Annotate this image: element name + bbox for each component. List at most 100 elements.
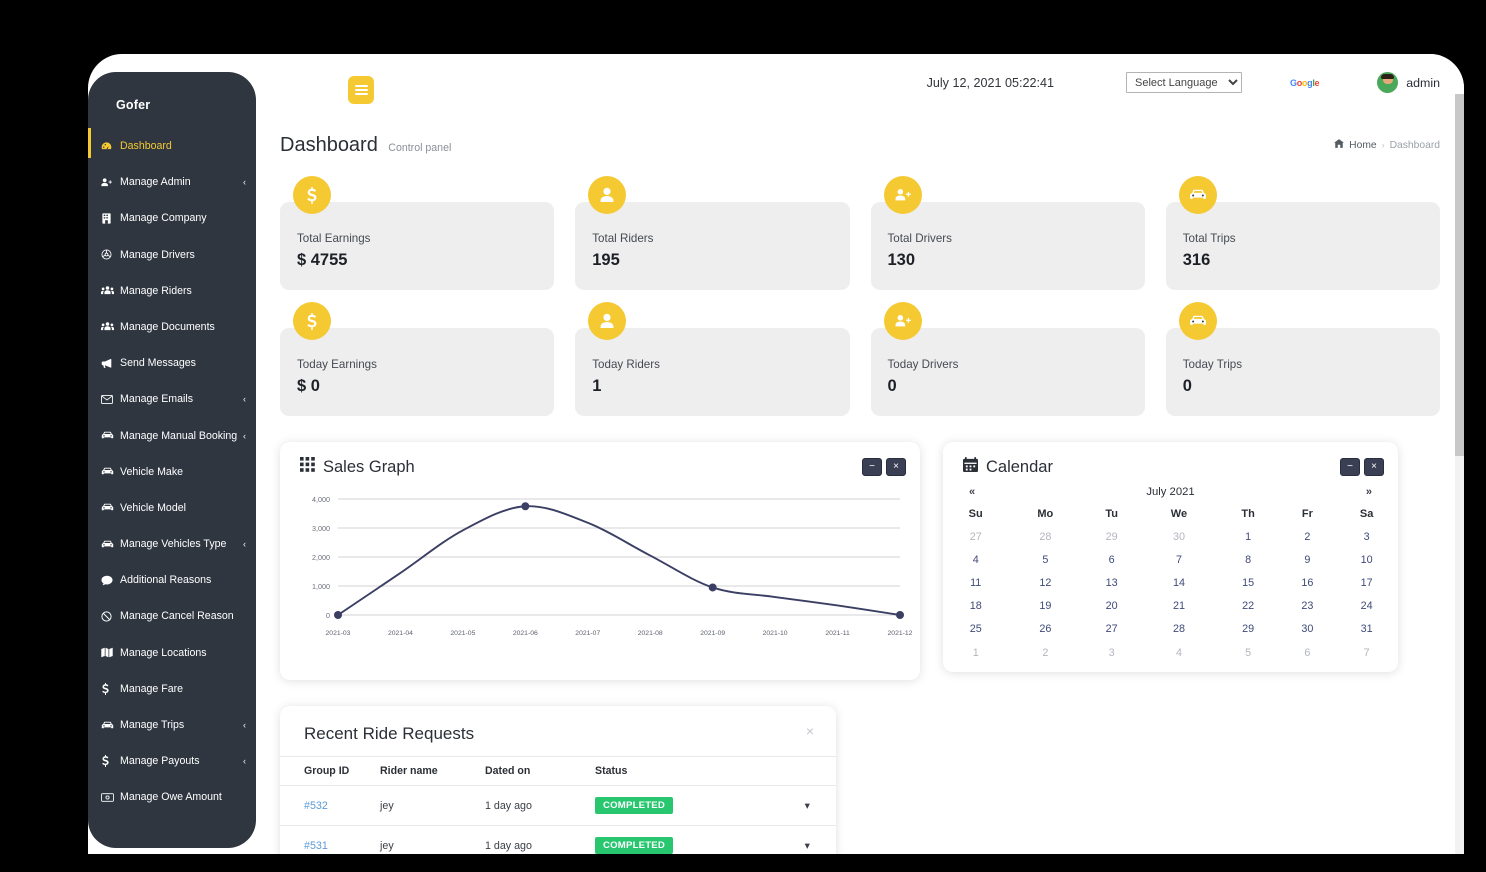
calendar-day[interactable]: 15 — [1217, 571, 1280, 594]
ride-group-id-link[interactable]: #532 — [304, 800, 328, 812]
sidebar-item-manage-emails[interactable]: Manage Emails ‹ — [88, 385, 256, 413]
sidebar-item-manage-locations[interactable]: Manage Locations — [88, 639, 256, 667]
calendar-next-button[interactable]: » — [1366, 486, 1372, 498]
calendar-day[interactable]: 17 — [1335, 571, 1398, 594]
calendar-day[interactable]: 29 — [1217, 618, 1280, 641]
chart-data-point[interactable] — [521, 502, 530, 511]
calendar-day[interactable]: 7 — [1141, 548, 1217, 571]
sidebar-item-manage-owe-amount[interactable]: Manage Owe Amount — [88, 783, 256, 811]
calendar-day[interactable]: 19 — [1008, 595, 1082, 618]
calendar-day[interactable]: 6 — [1279, 641, 1335, 664]
chart-data-point[interactable] — [896, 611, 904, 619]
calendar-day[interactable]: 18 — [943, 595, 1008, 618]
sidebar-item-manage-company[interactable]: Manage Company — [88, 204, 256, 232]
page-scrollbar[interactable] — [1455, 94, 1464, 854]
calendar-day[interactable]: 27 — [943, 525, 1008, 548]
sidebar-item-manage-manual-booking[interactable]: Manage Manual Booking ‹ — [88, 422, 256, 450]
calendar-day[interactable]: 1 — [1217, 525, 1280, 548]
sidebar-item-manage-vehicles-type[interactable]: Manage Vehicles Type ‹ — [88, 530, 256, 558]
stat-card-value: 1 — [592, 377, 602, 395]
page-scrollbar-thumb[interactable] — [1455, 94, 1464, 456]
ride-rider-name-cell: jey — [380, 785, 485, 826]
sidebar-item-label: Dashboard — [120, 140, 172, 152]
sales-graph-title-wrap: Sales Graph — [300, 457, 415, 477]
calendar-day[interactable]: 2 — [1008, 641, 1082, 664]
sidebar-item-label: Manage Drivers — [120, 248, 195, 261]
recent-requests-close-icon[interactable]: × — [806, 724, 814, 738]
calendar-day[interactable]: 7 — [1335, 641, 1398, 664]
stat-card-value: $ 4755 — [297, 251, 348, 269]
sidebar-item-manage-admin[interactable]: Manage Admin ‹ — [88, 168, 256, 196]
calendar-week-row: 27 28 29 30 1 2 3 — [943, 525, 1398, 548]
calendar-day[interactable]: 9 — [1279, 548, 1335, 571]
calendar-day[interactable]: 5 — [1008, 548, 1082, 571]
sidebar-item-vehicle-model[interactable]: Vehicle Model — [88, 494, 256, 522]
calendar-day[interactable]: 30 — [1141, 525, 1217, 548]
calendar-day[interactable]: 5 — [1217, 641, 1280, 664]
chart-data-point[interactable] — [708, 583, 717, 592]
calendar-day[interactable]: 6 — [1082, 548, 1141, 571]
calendar-day[interactable]: 16 — [1279, 571, 1335, 594]
hamburger-icon[interactable] — [348, 76, 374, 104]
chart-xtick-label: 2021-09 — [700, 630, 725, 637]
sidebar-item-send-messages[interactable]: Send Messages — [88, 349, 256, 377]
breadcrumb-current: Dashboard — [1389, 139, 1440, 151]
sidebar-item-additional-reasons[interactable]: Additional Reasons — [88, 566, 256, 594]
ride-group-id-link[interactable]: #531 — [304, 840, 328, 852]
sidebar-item-manage-trips[interactable]: Manage Trips ‹ — [88, 711, 256, 739]
calendar-day[interactable]: 23 — [1279, 595, 1335, 618]
stat-card-value: $ 0 — [297, 377, 320, 395]
sidebar-item-manage-payouts[interactable]: Manage Payouts ‹ — [88, 747, 256, 775]
chart-data-point[interactable] — [334, 611, 342, 619]
calendar-day[interactable]: 14 — [1141, 571, 1217, 594]
calendar-day[interactable]: 21 — [1141, 595, 1217, 618]
sidebar-item-manage-cancel-reason[interactable]: Manage Cancel Reason — [88, 602, 256, 630]
calendar-day[interactable]: 31 — [1335, 618, 1398, 641]
calendar-day[interactable]: 4 — [943, 548, 1008, 571]
sales-minimize-button[interactable]: − — [862, 458, 882, 476]
user-plus-icon — [883, 302, 922, 340]
topbar-right: July 12, 2021 05:22:41 Select Language G… — [927, 72, 1440, 93]
calendar-day[interactable]: 1 — [943, 641, 1008, 664]
calendar-day[interactable]: 12 — [1008, 571, 1082, 594]
calendar-day[interactable]: 3 — [1335, 525, 1398, 548]
sidebar-item-manage-documents[interactable]: Manage Documents — [88, 313, 256, 341]
chart-ytick-label: 0 — [326, 611, 330, 620]
chevron-down-icon[interactable]: ▾ — [790, 825, 836, 854]
calendar-day[interactable]: 30 — [1279, 618, 1335, 641]
calendar-day[interactable]: 2 — [1279, 525, 1335, 548]
page-subtitle: Control panel — [388, 142, 452, 154]
calendar-day[interactable]: 8 — [1217, 548, 1280, 571]
breadcrumb-home[interactable]: Home — [1349, 140, 1376, 151]
chart-ytick-label: 1,000 — [312, 582, 330, 591]
sidebar-item-manage-riders[interactable]: Manage Riders — [88, 277, 256, 305]
calendar-day[interactable]: 28 — [1008, 525, 1082, 548]
calendar-week-row: 1234567 — [943, 641, 1398, 664]
calendar-day[interactable]: 4 — [1141, 641, 1217, 664]
calendar-minimize-button[interactable]: − — [1340, 458, 1360, 476]
calendar-day[interactable]: 25 — [943, 618, 1008, 641]
calendar-day[interactable]: 27 — [1082, 618, 1141, 641]
calendar-day[interactable]: 26 — [1008, 618, 1082, 641]
language-select[interactable]: Select Language — [1126, 72, 1243, 93]
calendar-day[interactable]: 13 — [1082, 571, 1141, 594]
calendar-day[interactable]: 22 — [1217, 595, 1280, 618]
calendar-day[interactable]: 20 — [1082, 595, 1141, 618]
sidebar-item-manage-fare[interactable]: Manage Fare — [88, 675, 256, 703]
chevron-down-icon[interactable]: ▾ — [790, 785, 836, 826]
sidebar-item-dashboard[interactable]: Dashboard — [88, 128, 256, 160]
calendar-day[interactable]: 11 — [943, 571, 1008, 594]
calendar-day[interactable]: 24 — [1335, 595, 1398, 618]
sales-close-button[interactable]: × — [886, 458, 906, 476]
calendar-day[interactable]: 29 — [1082, 525, 1141, 548]
calendar-day[interactable]: 28 — [1141, 618, 1217, 641]
sidebar-item-vehicle-make[interactable]: Vehicle Make — [88, 458, 256, 486]
calendar-day[interactable]: 3 — [1082, 641, 1141, 664]
calendar-day[interactable]: 10 — [1335, 548, 1398, 571]
brand-logo: Gofer — [116, 98, 151, 112]
calendar-close-button[interactable]: × — [1364, 458, 1384, 476]
calendar-week-row: 25 26 27 28 29 30 31 — [943, 618, 1398, 641]
calendar-icon — [963, 457, 978, 477]
user-menu[interactable]: admin — [1377, 72, 1440, 93]
sidebar-item-manage-drivers[interactable]: Manage Drivers — [88, 241, 256, 269]
